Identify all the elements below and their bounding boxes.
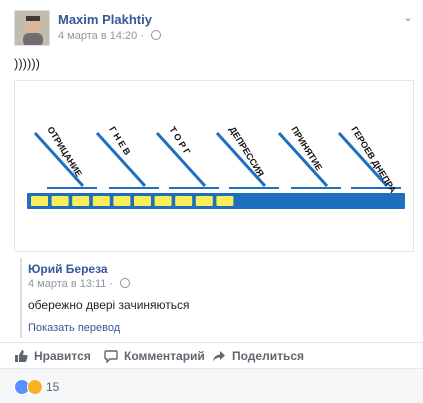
progress-cell (51, 196, 69, 206)
progress-cell (72, 196, 90, 206)
share-label: Поделиться (232, 349, 305, 363)
progress-cell (154, 196, 172, 206)
post-text: )))))) (14, 56, 40, 71)
progress-cell (31, 196, 48, 206)
shared-text: обережно двері зачиняються (28, 298, 190, 312)
post-meta: 4 марта в 14:20 · (58, 30, 162, 42)
progress-cell (113, 196, 131, 206)
haha-reaction-icon (27, 379, 43, 395)
post-date[interactable]: 4 марта в 14:20 · (58, 30, 147, 42)
reactions-bar[interactable]: 15 (0, 368, 423, 403)
avatar-photo (15, 11, 49, 45)
chevron-down-icon[interactable]: ⌄ (403, 10, 413, 24)
comment-label: Комментарий (124, 349, 205, 363)
stages-graphic: ОТРИЦАНИЕ Г Н Е ВТ О Р Г ДЕПРЕССИЯ ПРИНЯТИЕ… (27, 125, 405, 209)
shared-date[interactable]: 4 марта в 13:11 · (28, 278, 116, 290)
action-bar: Нравится Комментарий Поделиться (0, 342, 423, 368)
share-button[interactable]: Поделиться (212, 349, 304, 363)
comment-icon (104, 350, 118, 363)
share-icon (213, 351, 225, 362)
shared-post: Юрий Береза 4 марта в 13:11 · обережно д… (20, 258, 418, 338)
progress-cell (175, 196, 193, 206)
reaction-count[interactable]: 15 (46, 380, 59, 394)
reaction-icons (14, 379, 43, 395)
author-name[interactable]: Maxim Plakhtiy (58, 12, 152, 27)
thumbs-up-icon (15, 350, 28, 362)
translate-link[interactable]: Показать перевод (28, 322, 120, 334)
progress-cell (134, 196, 151, 206)
progress-cell (216, 196, 234, 206)
globe-icon (120, 278, 131, 288)
like-label: Нравится (34, 349, 91, 363)
shared-author-name[interactable]: Юрий Береза (28, 262, 108, 276)
facebook-post: Maxim Plakhtiy 4 марта в 14:20 · ⌄ )))))… (0, 0, 423, 403)
author-avatar[interactable] (14, 10, 50, 46)
stage-label: Г Н Е В (107, 125, 132, 158)
globe-icon (151, 30, 162, 40)
stage-label: ГЕРОЕВ ДНЕПРА (349, 125, 398, 195)
post-image[interactable]: ОТРИЦАНИЕ Г Н Е ВТ О Р Г ДЕПРЕССИЯ ПРИНЯТИЕ… (14, 80, 414, 252)
comment-button[interactable]: Комментарий (104, 349, 205, 363)
stage-label: Т О Р Г (167, 125, 192, 157)
progress-cell (92, 196, 110, 206)
progress-cell (195, 196, 213, 206)
like-button[interactable]: Нравится (14, 349, 91, 363)
shared-meta: 4 марта в 13:11 · (28, 278, 131, 290)
